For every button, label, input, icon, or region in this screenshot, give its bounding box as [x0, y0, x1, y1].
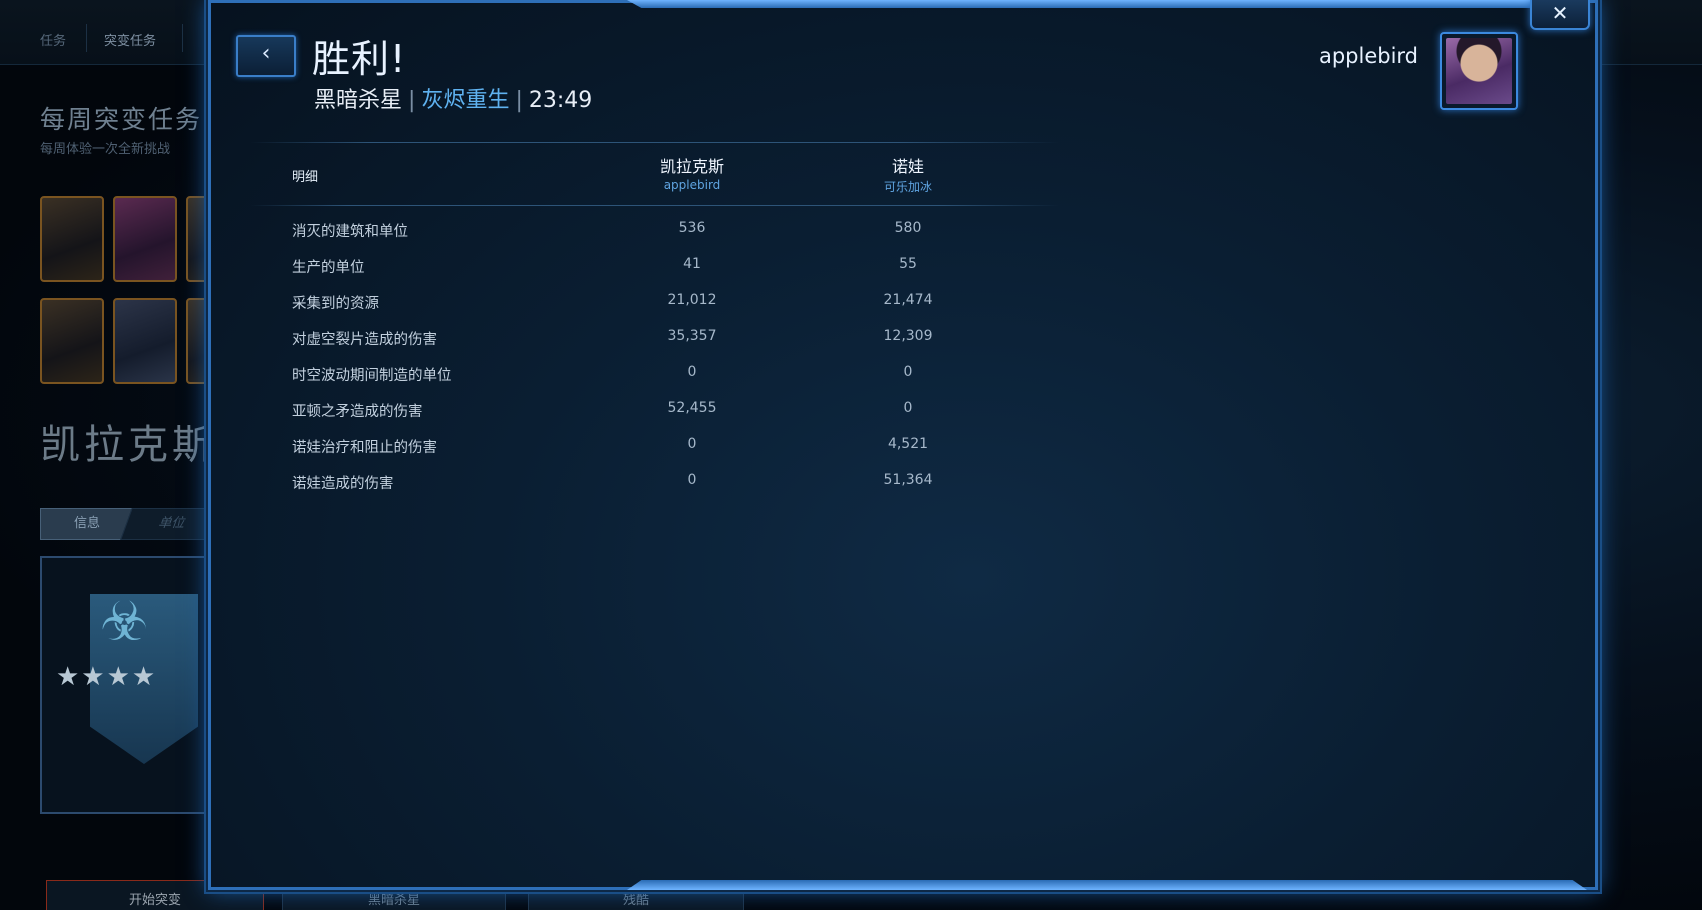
- game-duration: 23:49: [528, 88, 593, 113]
- player-name: applebird: [1318, 44, 1418, 68]
- stat-label: 亚顿之矛造成的伤害: [292, 404, 423, 420]
- divider: [250, 205, 1060, 206]
- table-row: 时空波动期间制造的单位 0 0: [292, 364, 1012, 400]
- stat-label: 采集到的资源: [292, 296, 379, 312]
- stat-value-player-1: 0: [687, 364, 697, 380]
- screen: 任务 突变任务 每周突变任务 每周体验一次全新挑战 凯拉克斯 信息 单位 ☣ ★…: [0, 0, 1702, 910]
- column-header-player-2: 诺娃 可乐加冰: [818, 153, 998, 195]
- stats-label-header: 明细: [292, 170, 319, 185]
- column-header-player-1: 凯拉克斯 applebird: [602, 153, 782, 192]
- mission-info: 黑暗杀星 | 灰烬重生 | 23:49: [314, 82, 592, 114]
- table-row: 诺娃造成的伤害 0 51,364: [292, 472, 1012, 508]
- stat-label: 消灭的建筑和单位: [292, 224, 408, 240]
- commander-portrait[interactable]: [40, 298, 104, 384]
- player-portrait-frame[interactable]: [1440, 32, 1518, 110]
- mutation-name[interactable]: 灰烬重生: [421, 88, 509, 113]
- stat-value-player-1: 536: [678, 220, 706, 236]
- result-title: 胜利!: [312, 37, 407, 81]
- stats-table: 消灭的建筑和单位 536 580 生产的单位 41 55 采集到的资源 21,0…: [292, 220, 1012, 508]
- player-name: 可乐加冰: [883, 180, 932, 194]
- stat-value-player-2: 55: [899, 256, 917, 272]
- stat-value-player-1: 52,455: [667, 400, 717, 416]
- player-name: applebird: [663, 178, 721, 192]
- commander-portrait[interactable]: [40, 196, 104, 282]
- table-row: 亚顿之矛造成的伤害 52,455 0: [292, 400, 1012, 436]
- stat-value-player-2: 51,364: [883, 472, 933, 488]
- stat-value-player-1: 35,357: [667, 328, 717, 344]
- background-commander-name: 凯拉克斯: [40, 422, 216, 468]
- stat-label: 诺娃造成的伤害: [292, 476, 394, 492]
- difficulty-panel: ☣ ★★★★: [40, 556, 224, 814]
- back-button[interactable]: ‹: [236, 35, 296, 77]
- stat-label: 生产的单位: [292, 260, 365, 276]
- dialog-bottom-trim: [627, 880, 1587, 890]
- stat-label: 诺娃治疗和阻止的伤害: [292, 440, 437, 456]
- stat-value-player-1: 0: [687, 472, 697, 488]
- stat-value-player-2: 580: [894, 220, 922, 236]
- stat-value-player-1: 0: [687, 436, 697, 452]
- dialog-top-trim: [627, 0, 1587, 8]
- stat-value-player-2: 12,309: [883, 328, 933, 344]
- stat-value-player-2: 0: [903, 364, 913, 380]
- table-row: 采集到的资源 21,012 21,474: [292, 292, 1012, 328]
- commander-name: 凯拉克斯: [659, 157, 724, 176]
- commander-portrait[interactable]: [113, 196, 177, 282]
- stat-value-player-1: 21,012: [667, 292, 717, 308]
- stat-value-player-1: 41: [683, 256, 701, 272]
- stat-label: 时空波动期间制造的单位: [292, 368, 452, 384]
- avatar: [1446, 38, 1512, 104]
- close-button[interactable]: ✕: [1530, 0, 1590, 30]
- stat-value-player-2: 21,474: [883, 292, 933, 308]
- table-row: 对虚空裂片造成的伤害 35,357 12,309: [292, 328, 1012, 364]
- stars-icon: ★★★★: [56, 662, 158, 692]
- table-row: 消灭的建筑和单位 536 580: [292, 220, 1012, 256]
- background-subheading: 每周体验一次全新挑战: [40, 142, 171, 157]
- separator: |: [515, 88, 523, 113]
- divider: [250, 142, 1060, 143]
- nav-separator: [86, 24, 87, 52]
- nav-tab-missions[interactable]: 任务: [40, 30, 66, 49]
- chevron-left-icon: ‹: [261, 41, 271, 66]
- separator: |: [408, 88, 416, 113]
- commander-name: 诺娃: [891, 157, 924, 176]
- map-name: 黑暗杀星: [314, 88, 403, 113]
- stat-value-player-2: 0: [903, 400, 913, 416]
- table-row: 诺娃治疗和阻止的伤害 0 4,521: [292, 436, 1012, 472]
- biohazard-icon: ☣: [100, 590, 149, 653]
- stat-value-player-2: 4,521: [887, 436, 929, 452]
- background-heading: 每周突变任务: [40, 105, 203, 134]
- commander-portrait[interactable]: [113, 298, 177, 384]
- close-icon: ✕: [1551, 1, 1569, 25]
- table-row: 生产的单位 41 55: [292, 256, 1012, 292]
- tab-info[interactable]: 信息: [40, 508, 134, 540]
- stat-label: 对虚空裂片造成的伤害: [292, 332, 437, 348]
- nav-tab-mutations[interactable]: 突变任务: [104, 30, 156, 49]
- nav-separator: [182, 24, 183, 52]
